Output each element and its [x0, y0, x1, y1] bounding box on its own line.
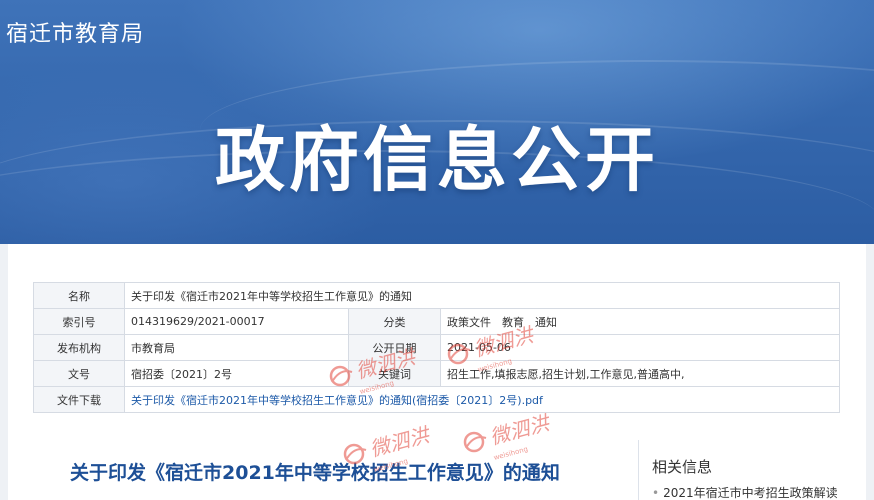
- date-label: 公开日期: [348, 334, 441, 361]
- publisher-label: 发布机构: [33, 334, 125, 361]
- header-banner: 宿迁市教育局 政府信息公开: [0, 0, 874, 244]
- keywords-value: 招生工作,填报志愿,招生计划,工作意见,普通高中,: [440, 360, 840, 387]
- site-name[interactable]: 宿迁市教育局: [6, 16, 144, 48]
- index-label: 索引号: [33, 308, 125, 335]
- keywords-label: 关键词: [348, 360, 441, 387]
- category-label: 分类: [348, 308, 441, 335]
- table-row: 文件下载 关于印发《宿迁市2021年中等学校招生工作意见》的通知(宿招委〔202…: [33, 386, 840, 413]
- download-label: 文件下载: [33, 386, 125, 413]
- download-cell: 关于印发《宿迁市2021年中等学校招生工作意见》的通知(宿招委〔2021〕2号)…: [124, 386, 840, 413]
- related-info-heading: 相关信息: [652, 458, 713, 476]
- document-meta-table: 名称 关于印发《宿迁市2021年中等学校招生工作意见》的通知 索引号 01431…: [33, 282, 840, 413]
- date-value: 2021-05-06: [440, 334, 840, 361]
- table-row: 名称 关于印发《宿迁市2021年中等学校招生工作意见》的通知: [33, 282, 840, 309]
- index-value: 014319629/2021-00017: [124, 308, 349, 335]
- publisher-value: 市教育局: [124, 334, 349, 361]
- banner-title: 政府信息公开: [215, 119, 659, 201]
- table-row: 文号 宿招委〔2021〕2号 关键词 招生工作,填报志愿,招生计划,工作意见,普…: [33, 360, 840, 387]
- name-value: 关于印发《宿迁市2021年中等学校招生工作意见》的通知: [124, 282, 840, 309]
- docno-label: 文号: [33, 360, 125, 387]
- table-row: 索引号 014319629/2021-00017 分类 政策文件 教育 通知: [33, 308, 840, 335]
- bullet-icon: •: [652, 486, 660, 500]
- category-value: 政策文件 教育 通知: [440, 308, 840, 335]
- name-label: 名称: [33, 282, 125, 309]
- related-info-item-label: 2021年宿迁市中考招生政策解读: [663, 486, 838, 500]
- docno-value: 宿招委〔2021〕2号: [124, 360, 349, 387]
- pdf-download-link[interactable]: 关于印发《宿迁市2021年中等学校招生工作意见》的通知(宿招委〔2021〕2号)…: [131, 394, 543, 407]
- related-info-item[interactable]: • 2021年宿迁市中考招生政策解读: [652, 484, 838, 500]
- article-title: 关于印发《宿迁市2021年中等学校招生工作意见》的通知: [70, 462, 560, 484]
- table-row: 发布机构 市教育局 公开日期 2021-05-06: [33, 334, 840, 361]
- divider: [638, 440, 639, 500]
